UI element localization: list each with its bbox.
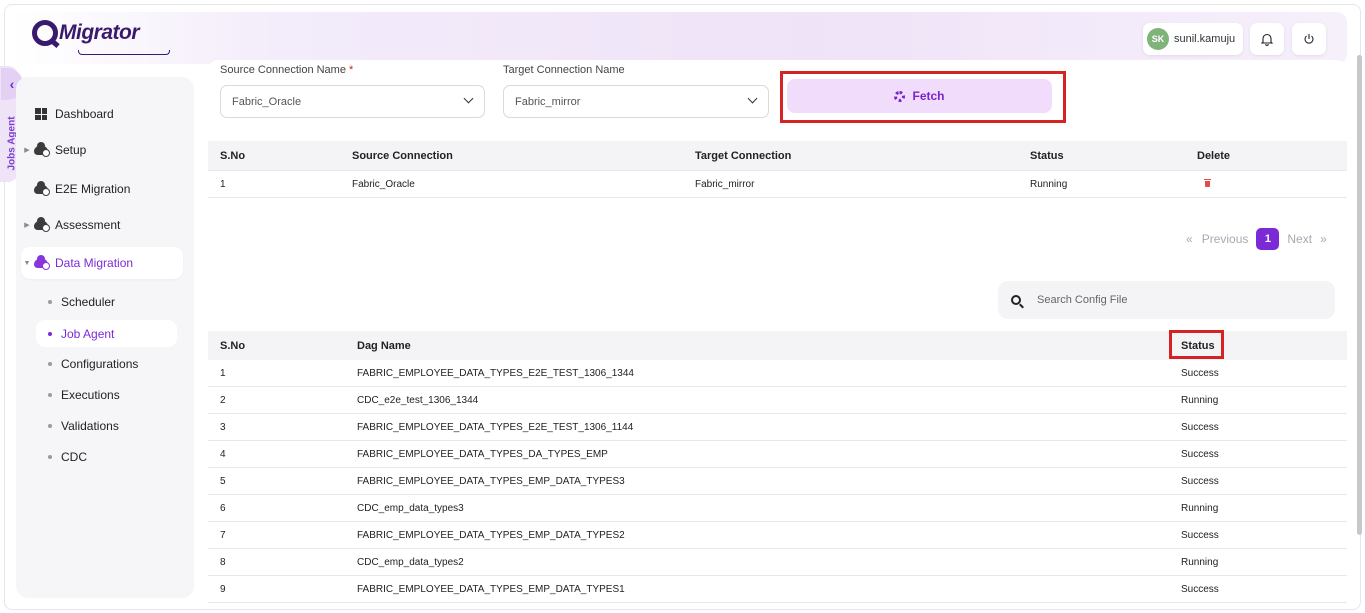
sidebar-item-label: Dashboard: [55, 107, 114, 121]
table-row: 4 FABRIC_EMPLOYEE_DATA_TYPES_DA_TYPES_EMP…: [208, 441, 1347, 468]
table-row: 8 CDC_emp_data_types2 Running: [208, 549, 1347, 576]
page-1-button[interactable]: 1: [1256, 228, 1280, 250]
search-input[interactable]: Search Config File: [998, 281, 1335, 319]
target-connection-select[interactable]: Fabric_mirror: [503, 85, 769, 118]
sidebar-subitem-configurations[interactable]: Configurations: [36, 350, 177, 377]
sidebar-subitem-scheduler[interactable]: Scheduler: [36, 288, 177, 315]
logo-text: Migrator: [59, 21, 140, 44]
cloud-assessment-icon: [33, 216, 50, 232]
sidebar-item-data-migration[interactable]: ▼ Data Migration: [21, 247, 183, 279]
sidebar: Dashboard ▶ Setup E2E Migration ▶ Assess…: [16, 77, 194, 598]
user-menu[interactable]: SK sunil.kamuju: [1143, 23, 1243, 55]
logout-button[interactable]: [1292, 23, 1326, 55]
source-connection-label: Source Connection Name *: [220, 64, 354, 76]
chevron-down-icon: [747, 93, 758, 104]
first-page-button[interactable]: «: [1186, 232, 1193, 246]
sidebar-item-label: Assessment: [55, 218, 121, 232]
table-row: 7 FABRIC_EMPLOYEE_DATA_TYPES_EMP_DATA_TYP…: [208, 522, 1347, 549]
sidebar-subitem-job-agent[interactable]: Job Agent: [36, 320, 177, 347]
notifications-button[interactable]: [1250, 23, 1284, 55]
highlight-box-status: [1169, 330, 1224, 359]
last-page-button[interactable]: »: [1320, 232, 1327, 246]
sidebar-item-assessment[interactable]: ▶ Assessment: [21, 209, 183, 241]
cloud-migration-icon: [33, 180, 50, 196]
table-row: 3 FABRIC_EMPLOYEE_DATA_TYPES_E2E_TEST_130…: [208, 414, 1347, 441]
bell-icon: [1261, 33, 1273, 46]
sidebar-item-label: Setup: [55, 143, 87, 157]
sidebar-subitem-executions[interactable]: Executions: [36, 381, 177, 408]
table-row: 6 CDC_emp_data_types3 Running: [208, 495, 1347, 522]
source-connection-select[interactable]: Fabric_Oracle: [220, 85, 485, 118]
top-header: Migrator SK sunil.kamuju: [12, 12, 1347, 64]
sidebar-item-label: Data Migration: [55, 256, 134, 270]
user-name: sunil.kamuju: [1174, 33, 1236, 45]
pagination: « Previous 1 Next »: [1186, 228, 1327, 250]
chevron-down-icon: [463, 93, 474, 104]
next-button[interactable]: Next: [1287, 232, 1312, 246]
chevron-right-icon: ▶: [24, 222, 30, 229]
sidebar-item-e2e-migration[interactable]: E2E Migration: [21, 173, 183, 205]
cloud-data-icon: [33, 254, 50, 270]
scrollbar[interactable]: [1357, 55, 1362, 535]
trash-icon: [1204, 179, 1211, 187]
sidebar-item-dashboard[interactable]: Dashboard: [21, 98, 183, 130]
sidebar-item-label: E2E Migration: [55, 182, 131, 196]
previous-button[interactable]: Previous: [1202, 232, 1249, 246]
connections-table-header: S.No Source Connection Target Connection…: [208, 141, 1347, 170]
sidebar-item-setup[interactable]: ▶ Setup: [21, 134, 183, 166]
logo-mark-icon: [32, 20, 58, 46]
table-row: 9 FABRIC_EMPLOYEE_DATA_TYPES_EMP_DATA_TYP…: [208, 576, 1347, 603]
search-icon: [1011, 295, 1021, 305]
cloud-settings-icon: [33, 141, 50, 157]
table-row: 1 Fabric_Oracle Fabric_mirror Running: [208, 170, 1347, 198]
avatar: SK: [1147, 28, 1169, 50]
table-row: 1 FABRIC_EMPLOYEE_DATA_TYPES_E2E_TEST_130…: [208, 360, 1347, 387]
chevron-right-icon: ▶: [24, 147, 30, 154]
power-icon: [1304, 34, 1314, 44]
dashboard-icon: [33, 107, 49, 121]
table-row: 5 FABRIC_EMPLOYEE_DATA_TYPES_EMP_DATA_TYP…: [208, 468, 1347, 495]
chevron-down-icon: ▼: [23, 259, 31, 267]
table-row: 2 CDC_e2e_test_1306_1344 Running: [208, 387, 1347, 414]
app-logo[interactable]: Migrator: [32, 20, 170, 55]
delete-button[interactable]: [1204, 171, 1211, 197]
highlight-box-fetch: [780, 71, 1066, 123]
sidebar-subitem-cdc[interactable]: CDC: [36, 443, 177, 470]
target-connection-label: Target Connection Name: [503, 64, 625, 76]
sidebar-subitem-validations[interactable]: Validations: [36, 412, 177, 439]
